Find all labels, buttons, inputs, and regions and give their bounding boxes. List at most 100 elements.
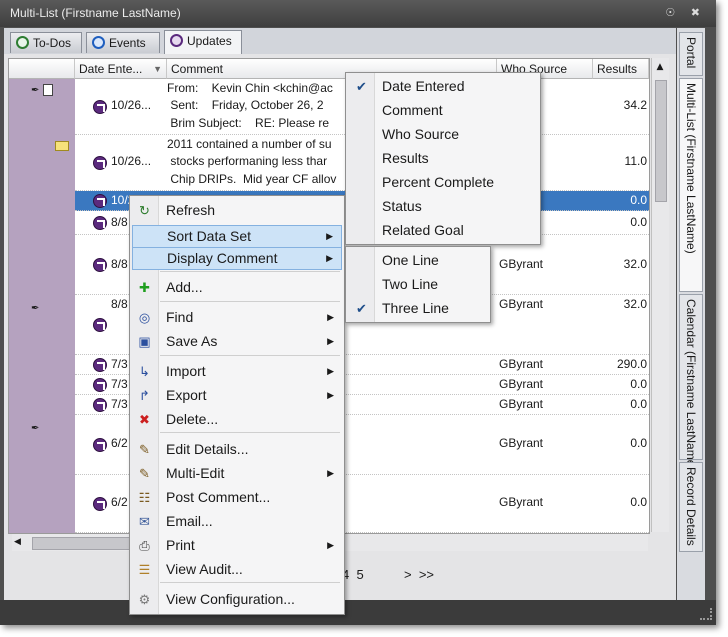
row-who-source: GByrant <box>499 495 544 509</box>
header-results[interactable]: Results <box>593 59 649 79</box>
menu-separator <box>160 301 340 302</box>
header-date-entered[interactable]: Date Ente... ▼ <box>75 59 167 79</box>
submenu-item-who-source[interactable]: Who Source <box>348 123 538 146</box>
menu-item-label: Display Comment <box>167 250 278 266</box>
menu-item-post-comment[interactable]: ☷ Post Comment... <box>132 486 342 509</box>
menu-item-multi-edit[interactable]: ✎ Multi-Edit ▶ <box>132 462 342 485</box>
tab-events[interactable]: Events <box>86 32 160 53</box>
sort-data-set-submenu: ✔ Date Entered Comment Who Source Results Per… <box>345 72 541 245</box>
side-tab-label: Multi-List (Firstname LastName) <box>684 83 698 254</box>
submenu-item-label: Percent Complete <box>382 174 495 190</box>
menu-item-email[interactable]: ✉ Email... <box>132 510 342 533</box>
update-arrow-icon <box>93 438 107 452</box>
tab-todos[interactable]: To-Dos <box>10 32 82 53</box>
status-bar <box>0 600 716 625</box>
submenu-item-two-line[interactable]: Two Line <box>348 273 488 296</box>
menu-item-label: Save As <box>166 333 218 349</box>
menu-item-save-as[interactable]: ▣ Save As ▶ <box>132 330 342 353</box>
next-page-links[interactable]: > >> <box>404 567 434 582</box>
menu-item-delete[interactable]: ✖ Delete... <box>132 408 342 431</box>
submenu-item-status[interactable]: Status <box>348 195 538 218</box>
update-arrow-icon <box>93 318 107 332</box>
scroll-left-icon[interactable]: ◀ <box>14 537 21 547</box>
menu-separator <box>160 355 340 356</box>
menu-item-edit-details[interactable]: ✎ Edit Details... <box>132 438 342 461</box>
scroll-up-icon[interactable]: ▲ <box>654 62 666 74</box>
row-who-source: GByrant <box>499 397 544 411</box>
side-tab-multi-list[interactable]: Multi-List (Firstname LastName) <box>679 78 703 292</box>
menu-item-label: Find <box>166 309 194 325</box>
menu-item-export[interactable]: ↱ Export ▶ <box>132 384 342 407</box>
side-tab-calendar[interactable]: Calendar (Firstname LastName) <box>679 294 703 470</box>
printer-icon: ⎙ <box>139 538 150 553</box>
submenu-item-related-goal[interactable]: Related Goal <box>348 219 538 242</box>
tab-label: Updates <box>187 34 232 48</box>
side-tab-label: Record Details <box>684 467 698 546</box>
menu-separator <box>160 271 340 272</box>
submenu-item-label: Two Line <box>382 276 439 292</box>
row-result: 0.0 <box>630 377 647 391</box>
update-arrow-icon <box>93 194 107 208</box>
submenu-item-label: Comment <box>382 102 443 118</box>
vertical-scrollbar[interactable]: ▲ <box>651 58 669 532</box>
side-tab-record-details[interactable]: Record Details <box>679 462 703 552</box>
update-arrow-icon <box>93 100 107 114</box>
header-blank <box>9 59 75 79</box>
row-result: 0.0 <box>630 215 647 229</box>
row-result: 32.0 <box>623 297 647 311</box>
menu-item-view-audit[interactable]: ☰ View Audit... <box>132 558 342 581</box>
plus-icon: ✚ <box>139 280 150 295</box>
menu-item-sort-data-set[interactable]: Sort Data Set ▶ <box>132 225 342 248</box>
menu-item-refresh[interactable]: ↻ Refresh <box>132 199 342 222</box>
sort-arrow-icon: ▼ <box>153 64 162 74</box>
menu-item-print[interactable]: ⎙ Print ▶ <box>132 534 342 557</box>
tab-updates[interactable]: Updates <box>164 30 242 54</box>
row-result: 0.0 <box>630 495 647 509</box>
side-tab-portal[interactable]: Portal <box>679 32 703 76</box>
submenu-item-label: Three Line <box>382 300 449 316</box>
submenu-arrow-icon: ▶ <box>327 336 334 346</box>
submenu-item-label: Who Source <box>382 126 460 142</box>
vertical-scroll-thumb[interactable] <box>655 80 667 202</box>
submenu-item-label: Date Entered <box>382 78 465 94</box>
row-date: 10/26... <box>111 98 152 113</box>
menu-item-find[interactable]: ◎ Find ▶ <box>132 306 342 329</box>
row-who-source: GByrant <box>499 297 544 311</box>
menu-item-import[interactable]: ↳ Import ▶ <box>132 360 342 383</box>
delete-x-icon: ✖ <box>139 412 150 427</box>
menu-item-label: Print <box>166 537 195 553</box>
import-icon: ↳ <box>139 364 150 379</box>
page-links[interactable]: 4 5 <box>342 567 364 582</box>
submenu-item-date-entered[interactable]: ✔ Date Entered <box>348 75 538 98</box>
pin-icon: ✒ <box>31 85 40 96</box>
submenu-item-percent-complete[interactable]: Percent Complete <box>348 171 538 194</box>
submenu-item-one-line[interactable]: One Line <box>348 249 488 272</box>
tab-label: To-Dos <box>33 36 72 50</box>
pin-icon: ✒ <box>31 303 40 314</box>
header-label: Comment <box>171 62 224 76</box>
update-arrow-icon <box>93 156 107 170</box>
submenu-arrow-icon: ▶ <box>327 312 334 322</box>
menu-item-display-comment[interactable]: Display Comment ▶ <box>132 247 342 270</box>
header-label: Results <box>597 62 638 76</box>
menu-item-add[interactable]: ✚ Add... <box>132 276 342 299</box>
submenu-item-three-line[interactable]: ✔ Three Line <box>348 297 488 320</box>
side-tab-label: Calendar (Firstname LastName) <box>684 299 698 471</box>
submenu-item-results[interactable]: Results <box>348 147 538 170</box>
submenu-item-comment[interactable]: Comment <box>348 99 538 122</box>
tab-strip: To-Dos Events Updates <box>4 28 676 54</box>
row-indicator-column: ✒ ✒ ✒ <box>9 79 75 533</box>
menu-separator <box>160 582 340 583</box>
menu-item-label: Sort Data Set <box>167 228 252 244</box>
submenu-arrow-icon: ▶ <box>327 366 334 376</box>
floppy-disk-icon: ▣ <box>138 334 151 349</box>
submenu-arrow-icon: ▶ <box>327 468 334 478</box>
side-tab-strip: Portal Multi-List (Firstname LastName) C… <box>677 28 705 600</box>
header-label: Date Ente... <box>79 62 143 76</box>
submenu-item-label: One Line <box>382 252 439 268</box>
window-controls[interactable]: ☉ ✖ <box>665 6 706 19</box>
menu-item-view-configuration[interactable]: ⚙ View Configuration... <box>132 588 342 611</box>
title-bar: Multi-List (Firstname LastName) ☉ ✖ <box>0 0 716 27</box>
resize-grip-icon[interactable] <box>700 608 712 620</box>
update-arrow-icon <box>93 358 107 372</box>
